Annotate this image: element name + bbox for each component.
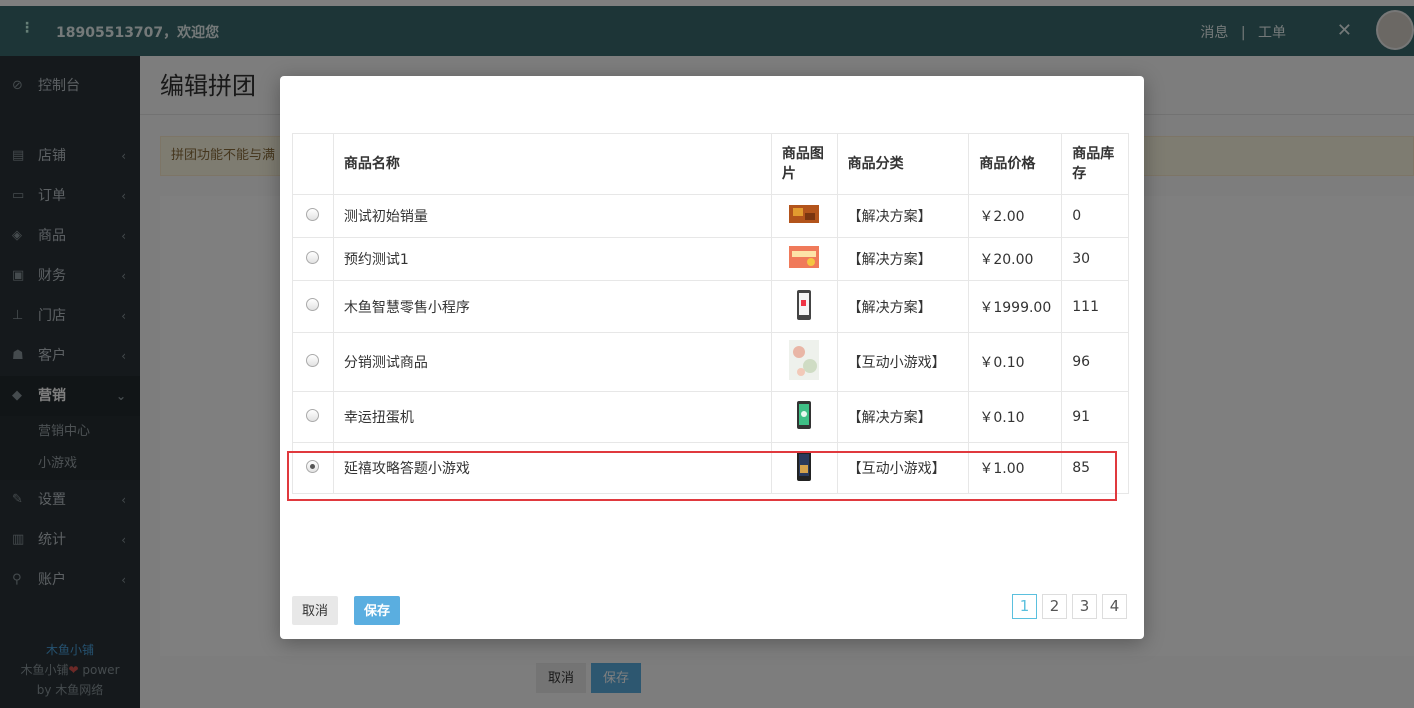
column-header-stock: 商品库存 bbox=[1061, 133, 1129, 195]
row-radio[interactable] bbox=[306, 408, 320, 422]
goods-price: ￥0.10 bbox=[968, 332, 1063, 392]
table-header-row: 商品名称 商品图片 商品分类 商品价格 商品库存 bbox=[292, 133, 1129, 195]
goods-thumbnail bbox=[797, 401, 812, 429]
goods-stock: 85 bbox=[1061, 442, 1129, 494]
row-radio[interactable] bbox=[306, 207, 320, 221]
goods-price: ￥1999.00 bbox=[968, 280, 1063, 333]
goods-price: ￥0.10 bbox=[968, 391, 1063, 443]
goods-stock: 30 bbox=[1061, 237, 1129, 281]
goods-category: 【解决方案】 bbox=[836, 194, 970, 238]
table-row[interactable]: 预约测试1 【解决方案】 ￥20.00 30 bbox=[292, 237, 1129, 281]
goods-name: 预约测试1 bbox=[332, 237, 772, 281]
modal-save-button[interactable]: 保存 bbox=[354, 596, 401, 625]
goods-price: ￥20.00 bbox=[968, 237, 1063, 281]
pagination: 1 2 3 4 bbox=[1012, 594, 1127, 619]
goods-name: 幸运扭蛋机 bbox=[332, 391, 772, 443]
goods-category: 【解决方案】 bbox=[836, 237, 970, 281]
goods-thumbnail bbox=[789, 205, 820, 223]
goods-category: 【互动小游戏】 bbox=[836, 442, 970, 494]
page-2-button[interactable]: 2 bbox=[1042, 594, 1067, 619]
goods-price: ￥1.00 bbox=[968, 442, 1063, 494]
row-radio[interactable] bbox=[306, 353, 320, 367]
goods-thumbnail bbox=[789, 246, 820, 268]
goods-stock: 91 bbox=[1061, 391, 1129, 443]
page-3-button[interactable]: 3 bbox=[1072, 594, 1097, 619]
goods-name: 分销测试商品 bbox=[332, 332, 772, 392]
goods-stock: 111 bbox=[1061, 280, 1129, 333]
row-radio[interactable] bbox=[306, 298, 320, 311]
goods-category: 【解决方案】 bbox=[836, 391, 970, 443]
page-1-button[interactable]: 1 bbox=[1012, 594, 1037, 619]
column-header-select bbox=[292, 133, 334, 195]
goods-price: ￥2.00 bbox=[968, 194, 1063, 238]
goods-category: 【解决方案】 bbox=[836, 280, 970, 333]
goods-stock: 96 bbox=[1061, 332, 1129, 392]
goods-name: 测试初始销量 bbox=[332, 194, 772, 238]
column-header-price: 商品价格 bbox=[968, 133, 1063, 195]
goods-name: 木鱼智慧零售小程序 bbox=[332, 280, 772, 333]
table-row[interactable]: 分销测试商品 【互动小游戏】 ￥0.10 96 bbox=[292, 332, 1129, 392]
goods-stock: 0 bbox=[1061, 194, 1129, 238]
table-row[interactable]: 延禧攻略答题小游戏 【互动小游戏】 ￥1.00 85 bbox=[292, 442, 1129, 494]
goods-table: 商品名称 商品图片 商品分类 商品价格 商品库存 测试初始销量 【解决方案】 ￥… bbox=[292, 133, 1129, 494]
goods-thumbnail bbox=[797, 289, 812, 320]
table-row[interactable]: 测试初始销量 【解决方案】 ￥2.00 0 bbox=[292, 194, 1129, 238]
column-header-image: 商品图片 bbox=[770, 133, 838, 195]
goods-thumbnail bbox=[797, 451, 812, 481]
modal-cancel-button[interactable]: 取消 bbox=[292, 596, 339, 625]
page-4-button[interactable]: 4 bbox=[1102, 594, 1127, 619]
goods-select-modal: 商品名称 商品图片 商品分类 商品价格 商品库存 测试初始销量 【解决方案】 ￥… bbox=[280, 76, 1144, 639]
row-radio[interactable] bbox=[306, 250, 320, 264]
column-header-name: 商品名称 bbox=[332, 133, 772, 195]
goods-category: 【互动小游戏】 bbox=[836, 332, 970, 392]
row-radio-selected[interactable] bbox=[306, 459, 320, 473]
table-row[interactable]: 幸运扭蛋机 【解决方案】 ￥0.10 91 bbox=[292, 391, 1129, 443]
goods-thumbnail bbox=[789, 340, 820, 380]
column-header-category: 商品分类 bbox=[836, 133, 970, 195]
table-row[interactable]: 木鱼智慧零售小程序 【解决方案】 ￥1999.00 111 bbox=[292, 280, 1129, 333]
goods-name: 延禧攻略答题小游戏 bbox=[332, 442, 772, 494]
